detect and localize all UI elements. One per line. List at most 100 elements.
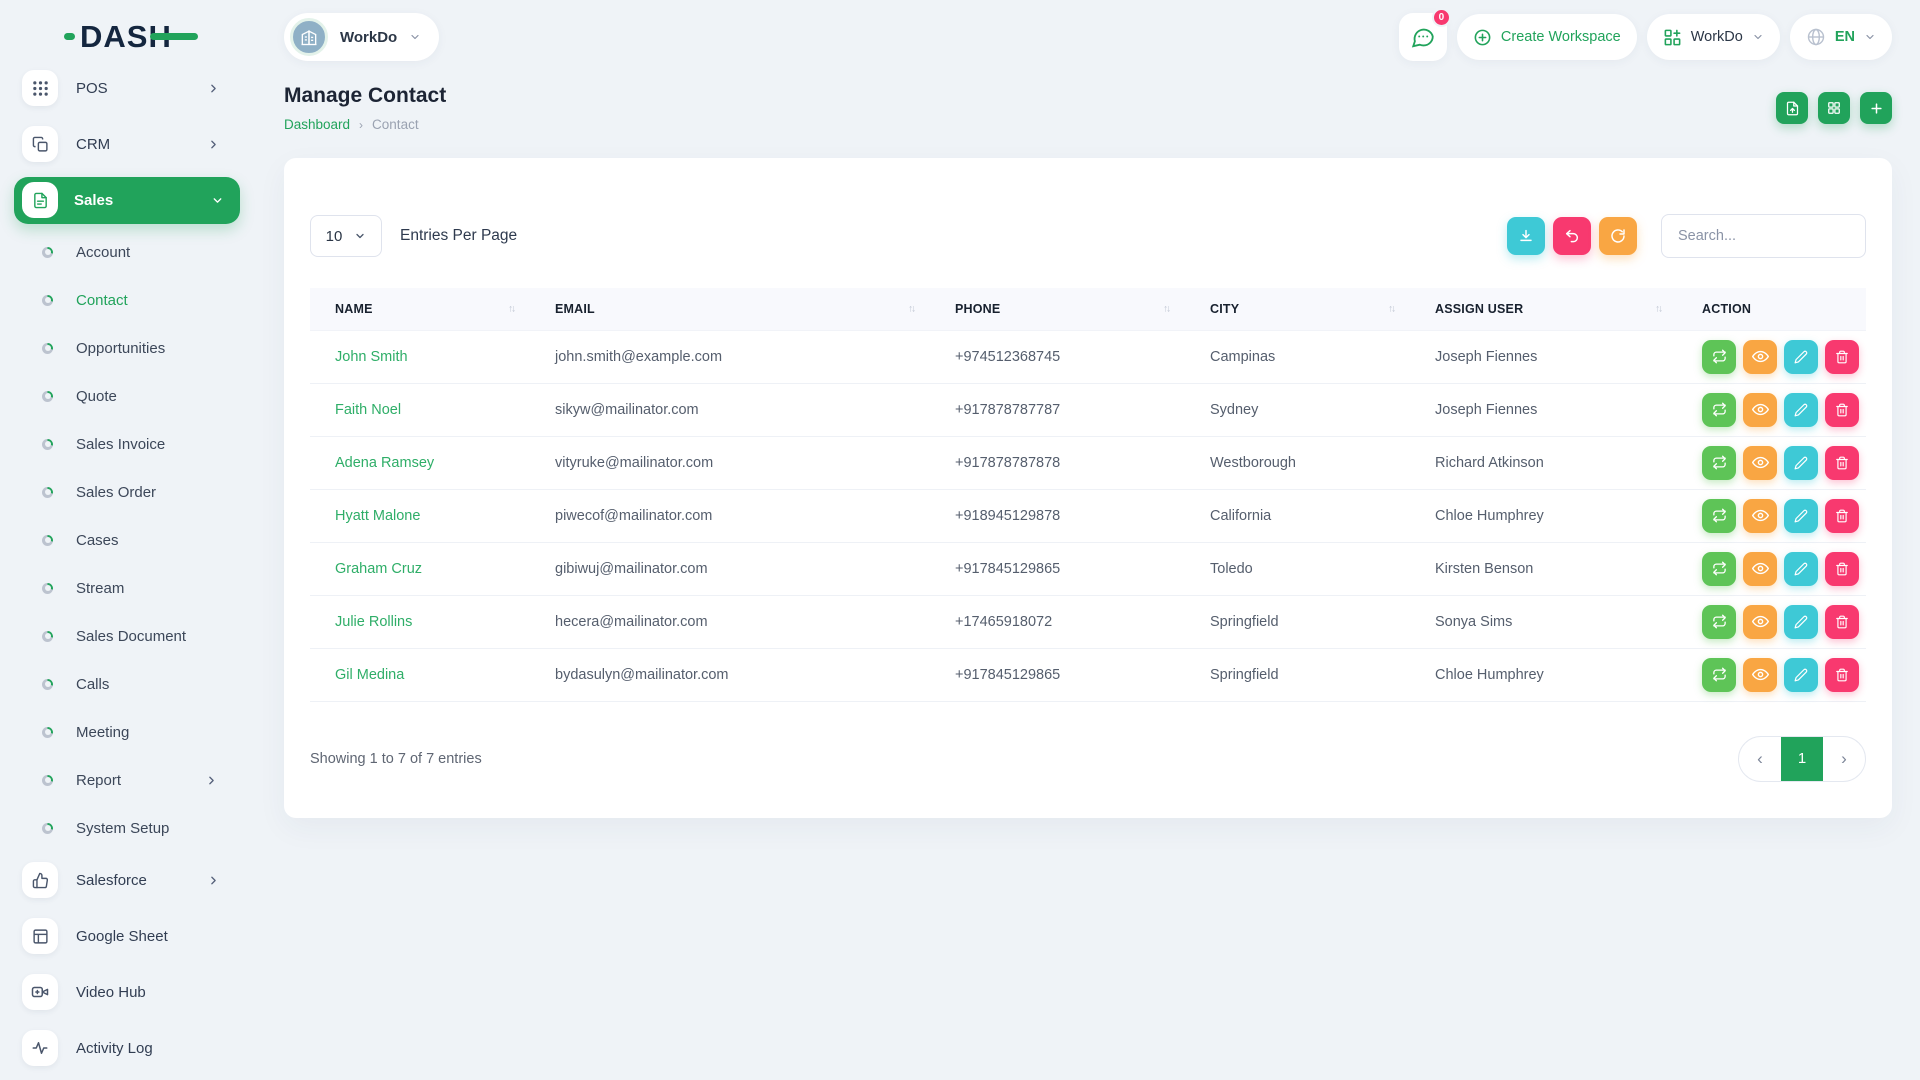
sidebar-item-cases[interactable]: Cases bbox=[0, 516, 240, 564]
convert-button[interactable] bbox=[1702, 393, 1736, 427]
edit-button[interactable] bbox=[1784, 552, 1818, 586]
view-button[interactable] bbox=[1743, 393, 1777, 427]
contact-name-link[interactable]: Julie Rollins bbox=[310, 595, 530, 648]
convert-icon bbox=[1712, 455, 1727, 470]
view-button[interactable] bbox=[1743, 605, 1777, 639]
view-button[interactable] bbox=[1743, 340, 1777, 374]
contact-name-link[interactable]: Adena Ramsey bbox=[310, 436, 530, 489]
column-header-phone[interactable]: PHONE↑↓ bbox=[930, 288, 1185, 330]
pagination-page-1[interactable]: 1 bbox=[1781, 737, 1823, 781]
app-switcher-dropdown[interactable]: WorkDo bbox=[1647, 14, 1780, 60]
convert-button[interactable] bbox=[1702, 499, 1736, 533]
chevron-down-icon bbox=[1752, 31, 1764, 43]
sidebar-item-opportunities[interactable]: Opportunities bbox=[0, 324, 240, 372]
sidebar-item-google-sheet[interactable]: Google Sheet bbox=[0, 908, 240, 964]
view-button[interactable] bbox=[1743, 446, 1777, 480]
sidebar-item-activity-log[interactable]: Activity Log bbox=[0, 1020, 240, 1076]
contact-email: gibiwuj@mailinator.com bbox=[530, 542, 930, 595]
sidebar-item-contact[interactable]: Contact bbox=[0, 276, 240, 324]
delete-button[interactable] bbox=[1825, 552, 1859, 586]
sort-icon[interactable]: ↑↓ bbox=[1655, 303, 1661, 314]
sidebar-item-salesforce[interactable]: Salesforce bbox=[0, 852, 240, 908]
edit-button[interactable] bbox=[1784, 605, 1818, 639]
contact-email: john.smith@example.com bbox=[530, 330, 930, 383]
edit-button[interactable] bbox=[1784, 393, 1818, 427]
delete-button[interactable] bbox=[1825, 658, 1859, 692]
table-row: John Smith john.smith@example.com +97451… bbox=[310, 330, 1866, 383]
bullet-icon bbox=[42, 535, 53, 546]
pagination-next-button[interactable]: › bbox=[1823, 737, 1865, 781]
convert-button[interactable] bbox=[1702, 446, 1736, 480]
sidebar-item-label: Sales Document bbox=[76, 628, 186, 645]
add-contact-button[interactable] bbox=[1860, 92, 1892, 124]
contact-name-link[interactable]: John Smith bbox=[310, 330, 530, 383]
sidebar-item-video-hub[interactable]: Video Hub bbox=[0, 964, 240, 1020]
column-header-name[interactable]: NAME↑↓ bbox=[310, 288, 530, 330]
view-button[interactable] bbox=[1743, 552, 1777, 586]
convert-button[interactable] bbox=[1702, 340, 1736, 374]
column-header-city[interactable]: CITY↑↓ bbox=[1185, 288, 1410, 330]
edit-button[interactable] bbox=[1784, 446, 1818, 480]
sort-icon[interactable]: ↑↓ bbox=[1388, 303, 1394, 314]
sidebar-item-sales-order[interactable]: Sales Order bbox=[0, 468, 240, 516]
edit-button[interactable] bbox=[1784, 658, 1818, 692]
contact-name-link[interactable]: Graham Cruz bbox=[310, 542, 530, 595]
sort-icon[interactable]: ↑↓ bbox=[908, 303, 914, 314]
workspace-selector[interactable]: WorkDo bbox=[284, 13, 439, 61]
breadcrumb-dashboard-link[interactable]: Dashboard bbox=[284, 117, 350, 132]
contact-city: Springfield bbox=[1185, 595, 1410, 648]
bullet-icon bbox=[42, 631, 53, 642]
sidebar-item-account[interactable]: Account bbox=[0, 228, 240, 276]
pagination-prev-button[interactable]: ‹ bbox=[1739, 737, 1781, 781]
eye-icon bbox=[1752, 666, 1769, 683]
sidebar-item-quote[interactable]: Quote bbox=[0, 372, 240, 420]
convert-button[interactable] bbox=[1702, 605, 1736, 639]
grid-plus-icon bbox=[1663, 28, 1682, 47]
table-row: Graham Cruz gibiwuj@mailinator.com +9178… bbox=[310, 542, 1866, 595]
convert-button[interactable] bbox=[1702, 552, 1736, 586]
contact-name-link[interactable]: Faith Noel bbox=[310, 383, 530, 436]
delete-button[interactable] bbox=[1825, 446, 1859, 480]
search-input[interactable] bbox=[1661, 214, 1866, 258]
view-button[interactable] bbox=[1743, 658, 1777, 692]
language-dropdown[interactable]: EN bbox=[1790, 14, 1892, 60]
sidebar-item-sales-document[interactable]: Sales Document bbox=[0, 612, 240, 660]
contact-name-link[interactable]: Gil Medina bbox=[310, 648, 530, 701]
export-download-button[interactable] bbox=[1507, 217, 1545, 255]
sidebar-item-stream[interactable]: Stream bbox=[0, 564, 240, 612]
sidebar-item-pos[interactable]: POS bbox=[0, 60, 240, 116]
sidebar-item-system-setup[interactable]: System Setup bbox=[0, 804, 240, 852]
delete-button[interactable] bbox=[1825, 605, 1859, 639]
entries-per-page-select[interactable]: 10 bbox=[310, 215, 382, 257]
sidebar-item-report[interactable]: Report bbox=[0, 756, 240, 804]
undo-button[interactable] bbox=[1553, 217, 1591, 255]
bullet-icon bbox=[42, 583, 53, 594]
sidebar-item-sales[interactable]: Sales bbox=[14, 177, 240, 224]
contact-actions-cell bbox=[1677, 489, 1866, 542]
convert-button[interactable] bbox=[1702, 658, 1736, 692]
delete-button[interactable] bbox=[1825, 393, 1859, 427]
app-logo[interactable]: DASH bbox=[0, 0, 240, 58]
export-file-button[interactable] bbox=[1776, 92, 1808, 124]
column-header-assign-user[interactable]: ASSIGN USER↑↓ bbox=[1410, 288, 1677, 330]
delete-button[interactable] bbox=[1825, 340, 1859, 374]
edit-button[interactable] bbox=[1784, 499, 1818, 533]
create-workspace-button[interactable]: Create Workspace bbox=[1457, 14, 1637, 60]
messages-button[interactable]: 0 bbox=[1399, 13, 1447, 61]
sort-icon[interactable]: ↑↓ bbox=[508, 303, 514, 314]
column-header-email[interactable]: EMAIL↑↓ bbox=[530, 288, 930, 330]
sort-icon[interactable]: ↑↓ bbox=[1163, 303, 1169, 314]
contact-actions-cell bbox=[1677, 383, 1866, 436]
grid-view-button[interactable] bbox=[1818, 92, 1850, 124]
view-button[interactable] bbox=[1743, 499, 1777, 533]
sidebar-item-calls[interactable]: Calls bbox=[0, 660, 240, 708]
contact-name-link[interactable]: Hyatt Malone bbox=[310, 489, 530, 542]
sidebar-item-sales-invoice[interactable]: Sales Invoice bbox=[0, 420, 240, 468]
sidebar-item-meeting[interactable]: Meeting bbox=[0, 708, 240, 756]
edit-button[interactable] bbox=[1784, 340, 1818, 374]
bullet-icon bbox=[42, 823, 53, 834]
delete-button[interactable] bbox=[1825, 499, 1859, 533]
sidebar-item-crm[interactable]: CRM bbox=[0, 116, 240, 172]
breadcrumb-separator-icon: › bbox=[359, 118, 363, 132]
refresh-button[interactable] bbox=[1599, 217, 1637, 255]
